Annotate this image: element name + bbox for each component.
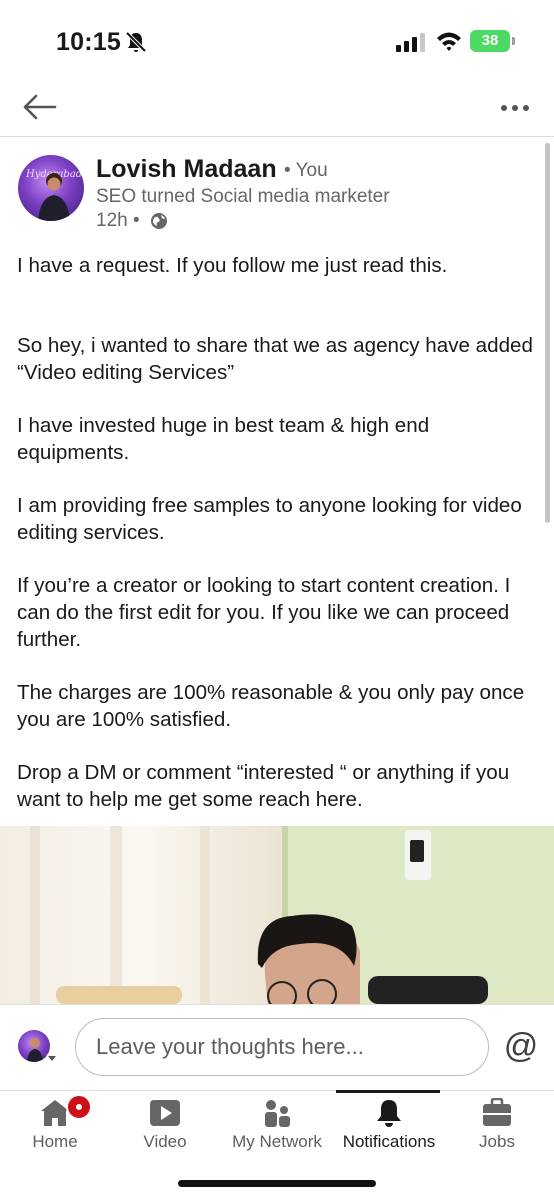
- mention-button[interactable]: @: [502, 1026, 540, 1066]
- home-indicator: [178, 1180, 376, 1187]
- nav-label: Home: [32, 1132, 78, 1151]
- notification-badge: [66, 1094, 92, 1120]
- nav-jobs[interactable]: Jobs: [452, 1094, 542, 1154]
- active-tab-indicator: [336, 1090, 440, 1093]
- author-headline: SEO turned Social media marketer: [96, 186, 390, 207]
- battery-tip: [512, 37, 515, 45]
- bell-slash-icon: [125, 31, 147, 53]
- post-paragraph: If you’re a creator or looking to start …: [17, 574, 511, 651]
- nav-label: Notifications: [342, 1132, 436, 1151]
- top-nav: [0, 84, 554, 137]
- post-paragraph: So hey, i wanted to share that we as age…: [17, 334, 533, 384]
- briefcase-icon: [483, 1098, 511, 1126]
- battery-charging-icon: 38: [470, 30, 510, 52]
- more-horizontal-icon[interactable]: [496, 96, 536, 120]
- wifi-icon: [437, 32, 461, 51]
- nav-video[interactable]: Video: [120, 1094, 210, 1154]
- cellular-signal-icon: [396, 33, 425, 52]
- globe-icon: [151, 213, 167, 229]
- post-time: 12h •: [96, 210, 140, 231]
- post-paragraph: I have a request. If you follow me just …: [17, 254, 448, 277]
- people-icon: [265, 1100, 290, 1127]
- nav-label: Video: [143, 1132, 187, 1151]
- status-time: 10:15: [56, 28, 121, 56]
- post-paragraph: I am providing free samples to anyone lo…: [17, 494, 522, 544]
- connection-degree: • You: [284, 160, 328, 181]
- bell-icon: [377, 1100, 401, 1127]
- nav-label: My Network: [232, 1132, 322, 1151]
- video-play-icon: [150, 1100, 180, 1126]
- nav-my-network[interactable]: My Network: [224, 1094, 330, 1154]
- post-paragraph: I have invested huge in best team & high…: [17, 414, 430, 464]
- post-text: I have a request. If you follow me just …: [17, 252, 547, 839]
- post-photo: [0, 826, 554, 1004]
- post-paragraph: Drop a DM or comment “interested “ or an…: [17, 761, 510, 811]
- post-image[interactable]: [0, 826, 554, 1004]
- avatar-photo: Hyderabad: [25, 169, 82, 221]
- comment-input[interactable]: Leave your thoughts here...: [75, 1018, 489, 1076]
- chevron-down-icon[interactable]: [46, 1052, 58, 1064]
- status-bar: 10:15 38: [0, 0, 554, 84]
- post-paragraph: The charges are 100% reasonable & you on…: [17, 681, 525, 731]
- arrow-left-icon[interactable]: [22, 92, 58, 122]
- nav-notifications[interactable]: Notifications: [334, 1094, 444, 1154]
- scrollbar[interactable]: [545, 143, 550, 523]
- nav-label: Jobs: [479, 1132, 515, 1151]
- battery-level: 38: [481, 32, 499, 49]
- author-avatar[interactable]: Hyderabad: [18, 155, 84, 221]
- author-name[interactable]: Lovish Madaan: [96, 155, 277, 184]
